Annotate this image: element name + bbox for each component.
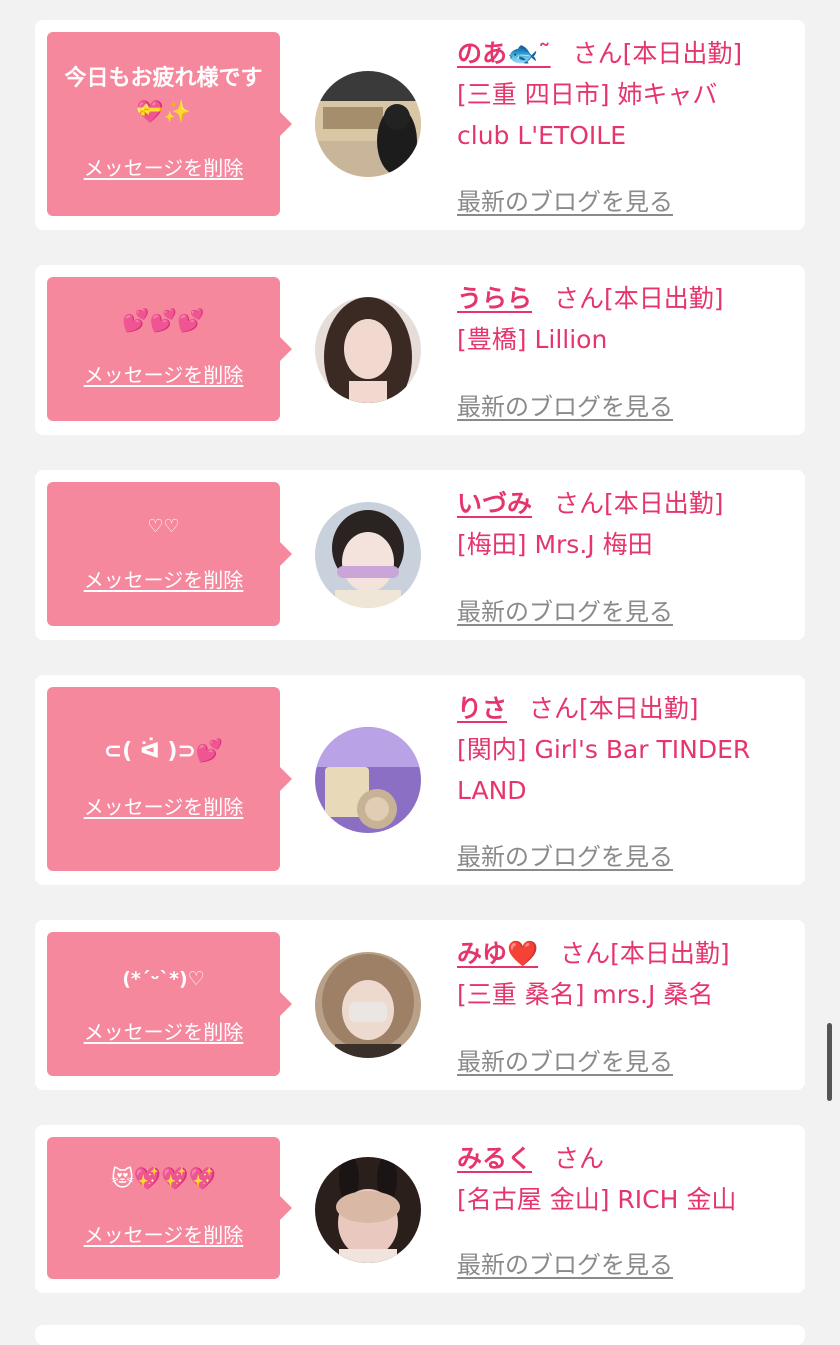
avatar[interactable] [315, 952, 421, 1058]
message-card: 😻💖💖💖 メッセージを削除 みるく さん [名古屋 金山] RICH 金山 最新の… [35, 1125, 805, 1293]
cast-name-link[interactable]: うらら [457, 284, 532, 313]
cast-name-link[interactable]: りさ [457, 694, 507, 723]
message-text: 今日もお疲れ様です💝✨ [64, 66, 263, 125]
cast-name-line: のあ🐟˜ さん[本日出勤] [457, 34, 785, 74]
cast-name-link[interactable]: みるく [457, 1144, 532, 1173]
work-status: [本日出勤] [622, 39, 743, 68]
message-bubble: 😻💖💖💖 メッセージを削除 [47, 1137, 292, 1279]
message-bubble: 今日もお疲れ様です💝✨ メッセージを削除 [47, 32, 292, 216]
message-text: ♡♡ [147, 516, 180, 537]
cast-name-line: りさ さん[本日出勤] [457, 689, 785, 729]
delete-message-link[interactable]: メッセージを削除 [47, 564, 280, 593]
honorific: さん [554, 489, 605, 518]
cast-name-line: いづみ さん[本日出勤] [457, 484, 785, 524]
message-text: 😻💖💖💖 [110, 1167, 217, 1192]
latest-blog-link[interactable]: 最新のブログを見る [457, 1042, 673, 1077]
latest-blog-link[interactable]: 最新のブログを見る [457, 1245, 673, 1280]
work-status: [本日出勤] [610, 939, 730, 968]
avatar[interactable] [315, 1157, 421, 1263]
message-bubble: ⊂( ᐛ )⊃💕 メッセージを削除 [47, 687, 292, 871]
latest-blog-link[interactable]: 最新のブログを見る [457, 387, 673, 422]
honorific: さん [560, 939, 611, 968]
latest-blog-link[interactable]: 最新のブログを見る [457, 837, 673, 872]
message-card: (*ˊᵕˋ*)♡ メッセージを削除 みゆ❤️ さん[本日出勤] [三重 桑名] m… [35, 920, 805, 1090]
message-card-partial [35, 1325, 805, 1345]
shop-info-cont: club L'ETOILE [457, 121, 626, 150]
shop-info: [三重 四日市] 姉キャバ [457, 80, 718, 109]
cast-info: みるく さん [名古屋 金山] RICH 金山 [457, 1139, 785, 1220]
latest-blog-link[interactable]: 最新のブログを見る [457, 182, 673, 217]
honorific: さん [572, 39, 623, 68]
delete-message-link[interactable]: メッセージを削除 [47, 1219, 280, 1248]
delete-message-link[interactable]: メッセージを削除 [47, 791, 280, 820]
avatar[interactable] [315, 502, 421, 608]
honorific: さん [529, 694, 580, 723]
message-text: 💕💕💕 [122, 309, 205, 334]
cast-name-link[interactable]: みゆ❤️ [457, 939, 538, 968]
cast-name-line: うらら さん[本日出勤] [457, 279, 785, 319]
cast-name-link[interactable]: のあ🐟˜ [457, 39, 551, 68]
avatar[interactable] [315, 297, 421, 403]
message-card: 💕💕💕 メッセージを削除 うらら さん[本日出勤] [豊橋] Lillion 最新… [35, 265, 805, 435]
delete-message-link[interactable]: メッセージを削除 [47, 359, 280, 388]
message-bubble: ♡♡ メッセージを削除 [47, 482, 292, 626]
shop-info: [三重 桑名] mrs.J 桑名 [457, 980, 714, 1009]
scrollbar[interactable] [827, 1023, 832, 1101]
avatar[interactable] [315, 71, 421, 177]
latest-blog-link[interactable]: 最新のブログを見る [457, 592, 673, 627]
shop-info-cont: LAND [457, 776, 527, 805]
cast-name-line: みゆ❤️ さん[本日出勤] [457, 934, 785, 974]
cast-info: りさ さん[本日出勤] [関内] Girl's Bar TINDER LAND [457, 689, 785, 811]
cast-info: のあ🐟˜ さん[本日出勤] [三重 四日市] 姉キャバ club L'ETOILE [457, 34, 785, 156]
message-card: ♡♡ メッセージを削除 いづみ さん[本日出勤] [梅田] Mrs.J 梅田 最新… [35, 470, 805, 640]
honorific: さん [554, 1144, 605, 1173]
shop-info: [名古屋 金山] RICH 金山 [457, 1185, 737, 1214]
cast-info: いづみ さん[本日出勤] [梅田] Mrs.J 梅田 [457, 484, 785, 565]
cast-info: うらら さん[本日出勤] [豊橋] Lillion [457, 279, 785, 360]
delete-message-link[interactable]: メッセージを削除 [47, 1016, 280, 1045]
shop-info: [豊橋] Lillion [457, 325, 608, 354]
honorific: さん [554, 284, 605, 313]
message-text: ⊂( ᐛ )⊃💕 [103, 739, 224, 764]
message-bubble: (*ˊᵕˋ*)♡ メッセージを削除 [47, 932, 292, 1076]
work-status: [本日出勤] [604, 489, 724, 518]
message-bubble: 💕💕💕 メッセージを削除 [47, 277, 292, 421]
delete-message-link[interactable]: メッセージを削除 [47, 152, 280, 181]
work-status: [本日出勤] [579, 694, 699, 723]
message-card: 今日もお疲れ様です💝✨ メッセージを削除 のあ🐟˜ さん[本日出勤] [三重 四日… [35, 20, 805, 230]
cast-name-link[interactable]: いづみ [457, 489, 532, 518]
work-status: [本日出勤] [604, 284, 724, 313]
cast-info: みゆ❤️ さん[本日出勤] [三重 桑名] mrs.J 桑名 [457, 934, 785, 1015]
message-text: (*ˊᵕˋ*)♡ [122, 968, 205, 990]
message-card: ⊂( ᐛ )⊃💕 メッセージを削除 りさ さん[本日出勤] [関内] Girl's… [35, 675, 805, 885]
cast-name-line: みるく さん [457, 1139, 785, 1179]
shop-info: [梅田] Mrs.J 梅田 [457, 530, 653, 559]
shop-info: [関内] Girl's Bar TINDER [457, 735, 751, 764]
avatar[interactable] [315, 727, 421, 833]
